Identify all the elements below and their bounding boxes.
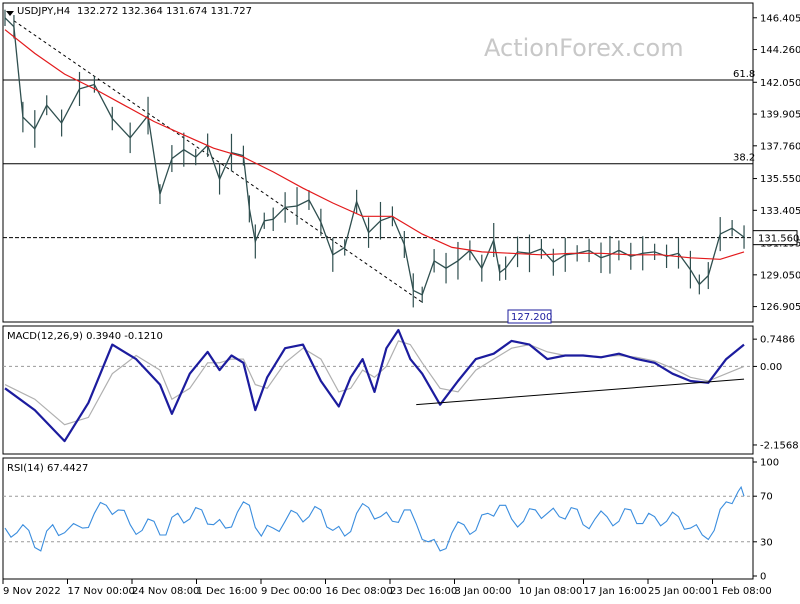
rsi-title: RSI(14) 67.4427	[7, 463, 88, 474]
price-y-tick-label: 137.760	[760, 141, 800, 152]
rsi-y-tick-label: 0	[760, 572, 766, 583]
price-y-tick-label: 133.405	[760, 206, 800, 217]
x-tick-label: 23 Dec 16:00	[390, 586, 457, 597]
last-price-tag: 131.560	[752, 230, 799, 246]
macd-y-tick-label: -2.1568	[760, 440, 799, 451]
chart-root: USDJPY,H4 132.272 132.364 131.674 131.72…	[0, 0, 800, 600]
macd-title: MACD(12,26,9) 0.3940 -0.1210	[7, 331, 163, 342]
low-tag: 127.200	[507, 309, 552, 324]
price-y-tick-label: 135.550	[760, 174, 800, 185]
x-tick-label: 3 Jan 00:00	[455, 586, 512, 597]
rsi-y-tick-label: 100	[760, 458, 779, 469]
x-tick-label: 25 Jan 00:00	[648, 586, 711, 597]
low-tag-text: 127.200	[511, 312, 552, 323]
fib-level-label: 61.8	[733, 69, 755, 80]
watermark: ActionForex.com	[484, 34, 684, 62]
price-y-tick-label: 139.905	[760, 110, 800, 121]
x-tick-label: 1 Dec 16:00	[197, 586, 258, 597]
last-price-text: 131.560	[758, 234, 799, 245]
ohlc-label: 132.272 132.364 131.674 131.727	[77, 6, 252, 17]
macd-y-tick-label: 0.00	[760, 362, 782, 373]
macd-y-tick-label: 0.7486	[760, 335, 795, 346]
price-y-tick-label: 142.050	[760, 78, 800, 89]
rsi-y-tick-label: 70	[760, 492, 773, 503]
symbol-label: USDJPY,H4	[17, 6, 70, 17]
price-y-tick-label: 129.050	[760, 270, 800, 281]
x-tick-label: 17 Nov 00:00	[68, 586, 135, 597]
x-tick-label: 24 Nov 08:00	[132, 586, 199, 597]
price-y-tick-label: 126.905	[760, 302, 800, 313]
x-tick-label: 10 Jan 08:00	[519, 586, 582, 597]
x-tick-label: 9 Nov 2022	[3, 586, 61, 597]
chart-svg: USDJPY,H4 132.272 132.364 131.674 131.72…	[0, 0, 800, 600]
price-y-tick-label: 144.260	[760, 45, 800, 56]
rsi-y-tick-label: 30	[760, 537, 773, 548]
x-tick-label: 17 Jan 16:00	[584, 586, 647, 597]
fib-level-label: 38.2	[733, 153, 755, 164]
price-y-tick-label: 146.405	[760, 13, 800, 24]
x-tick-label: 1 Feb 08:00	[713, 586, 772, 597]
x-tick-label: 16 Dec 08:00	[326, 586, 393, 597]
x-tick-label: 9 Dec 00:00	[261, 586, 322, 597]
